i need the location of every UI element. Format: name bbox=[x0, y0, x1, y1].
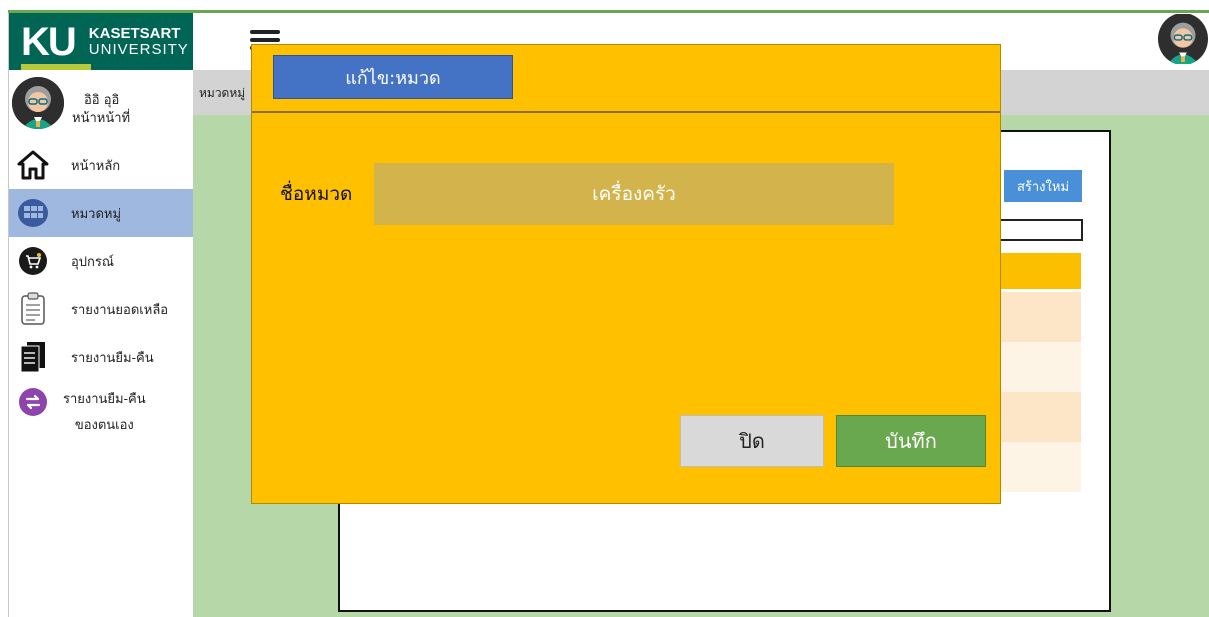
home-icon bbox=[13, 150, 53, 180]
documents-icon bbox=[13, 341, 53, 373]
logo-line-1: KASETSART bbox=[88, 24, 181, 42]
header-avatar-icon[interactable] bbox=[1158, 13, 1208, 65]
sidebar-item-label: อุปกรณ์ bbox=[71, 254, 114, 270]
create-new-button[interactable]: สร้างใหม่ bbox=[1004, 170, 1082, 202]
save-button[interactable]: บันทึก bbox=[836, 415, 986, 467]
user-role: หน้าหน้าที่ bbox=[72, 111, 131, 126]
sidebar-item-equipment[interactable]: อุปกรณ์ bbox=[9, 237, 194, 285]
modal-divider bbox=[252, 111, 1000, 113]
sidebar-item-label: หน้าหลัก bbox=[71, 158, 121, 174]
user-avatar-icon bbox=[12, 77, 64, 129]
sidebar: KU KASETSART UNIVERSITY อิอิ อุอิ หน้าหน… bbox=[8, 13, 244, 617]
sidebar-item-home[interactable]: หน้าหลัก bbox=[9, 141, 194, 189]
sidebar-item-label-line-1: รายงานยืม-คืน bbox=[63, 392, 146, 407]
close-button[interactable]: ปิด bbox=[680, 415, 824, 467]
cart-icon bbox=[13, 246, 53, 276]
table-row[interactable] bbox=[1000, 342, 1081, 392]
sidebar-item-my-borrow-report[interactable]: รายงานยืม-คืนของตนเอง bbox=[9, 381, 194, 451]
sidebar-item-label: หมวดหมู่ bbox=[71, 206, 122, 222]
category-name-field[interactable]: เครื่องครัว bbox=[374, 163, 894, 225]
table-row[interactable] bbox=[1000, 392, 1081, 442]
clipboard-icon bbox=[13, 292, 53, 326]
table-row[interactable] bbox=[1000, 292, 1081, 342]
sidebar-item-label-line-2: ของตนเอง bbox=[74, 418, 134, 433]
category-icon bbox=[13, 198, 53, 228]
search-input[interactable] bbox=[990, 219, 1083, 241]
table-header bbox=[1000, 253, 1081, 289]
modal-title: แก้ไข:หมวด bbox=[273, 55, 513, 99]
edit-category-modal: แก้ไข:หมวด ชื่อหมวด เครื่องครัว ปิด บันท… bbox=[251, 44, 1001, 504]
sidebar-item-borrow-report[interactable]: รายงานยืม-คืน bbox=[9, 333, 194, 381]
category-name-label: ชื่อหมวด bbox=[280, 183, 353, 205]
sidebar-nav: หน้าหลัก หมวดหมู่ อุปกรณ์ รายงานยอดเหลือ… bbox=[9, 141, 194, 451]
sidebar-item-label: รายงานยืม-คืนของตนเอง bbox=[63, 387, 146, 439]
logo-line-2: UNIVERSITY bbox=[88, 40, 189, 58]
logo-text: KASETSART UNIVERSITY bbox=[88, 24, 189, 58]
swap-icon bbox=[13, 387, 53, 417]
sidebar-item-stock-report[interactable]: รายงานยอดเหลือ bbox=[9, 285, 194, 333]
sidebar-item-category[interactable]: หมวดหมู่ bbox=[9, 189, 194, 237]
logo-mark: KU bbox=[21, 19, 91, 70]
table-row[interactable] bbox=[1000, 442, 1081, 492]
sidebar-item-label: รายงานยอดเหลือ bbox=[71, 302, 169, 318]
sidebar-item-label: รายงานยืม-คืน bbox=[71, 350, 154, 366]
user-profile[interactable]: อิอิ อุอิ หน้าหน้าที่ bbox=[12, 77, 192, 132]
breadcrumb[interactable]: หมวดหมู่ bbox=[199, 84, 255, 103]
